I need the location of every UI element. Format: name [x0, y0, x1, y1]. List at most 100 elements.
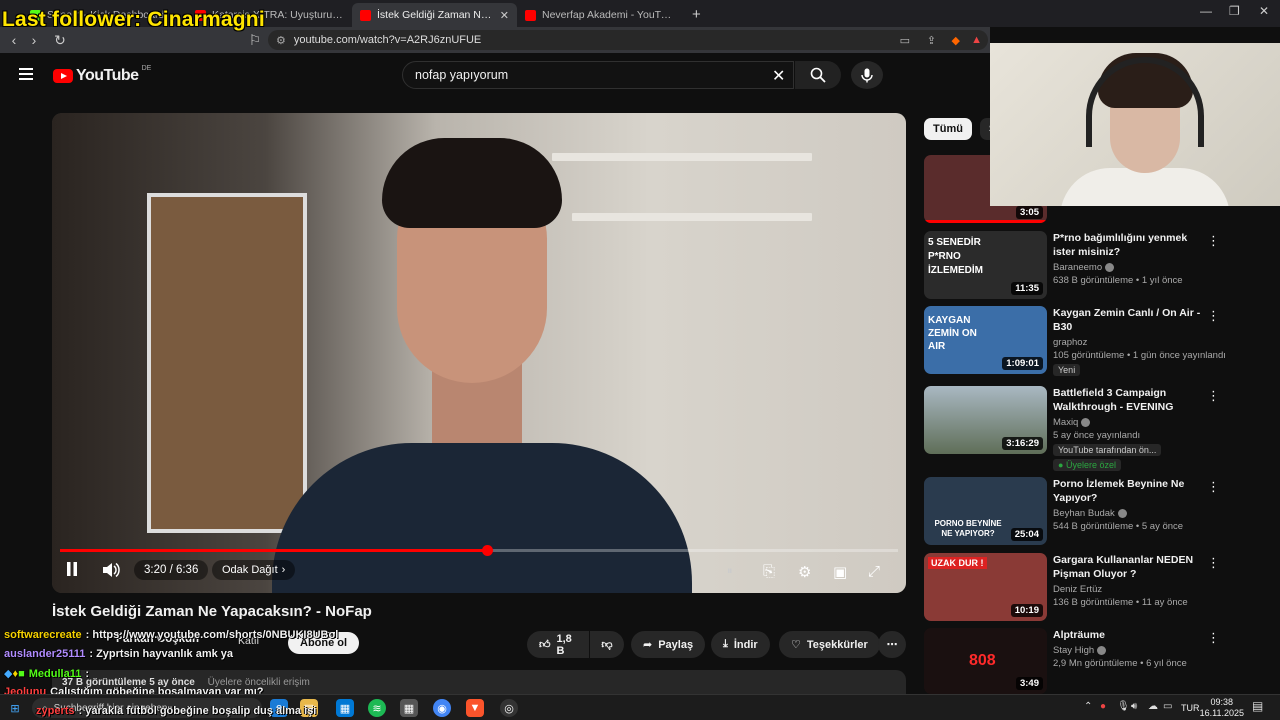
recommendation-title[interactable]: Battlefield 3 Campaign Walkthrough - EVE… — [1053, 386, 1203, 414]
duration-badge: 3:16:29 — [1002, 437, 1043, 450]
fullscreen-icon[interactable]: ⤢ — [868, 563, 880, 580]
store-icon[interactable]: ▦ — [336, 699, 354, 717]
clear-search-icon[interactable]: ✕ — [772, 66, 785, 86]
close-tab-icon[interactable]: ✕ — [500, 9, 509, 22]
subtitles-icon[interactable]: ⎘ — [763, 563, 775, 580]
premiere-badge: YouTube tarafından ön... — [1053, 444, 1162, 456]
new-tab-button[interactable]: + — [682, 3, 711, 27]
video-thumbnail[interactable]: 5 SENEDİR P*RNO İZLEMEDİM 11:35 — [924, 231, 1047, 299]
system-clock[interactable]: 09:38 16.11.2025 — [1200, 697, 1244, 719]
video-thumbnail[interactable]: PORNO BEYNİNE NE YAPIYOR? 25:04 — [924, 477, 1047, 545]
site-info-icon[interactable]: ⚙ — [276, 34, 286, 47]
more-vertical-icon[interactable]: ⋮ — [1207, 630, 1220, 646]
speaker-icon[interactable]: 🔊︎ — [1131, 701, 1137, 712]
microphone-tray-icon[interactable]: 🎙︎ — [1117, 701, 1130, 712]
search-button[interactable] — [795, 61, 841, 89]
volume-button[interactable] — [102, 562, 120, 578]
recommendation-channel[interactable]: Beyhan Budak — [1053, 508, 1115, 519]
more-vertical-icon[interactable]: ⋮ — [1207, 308, 1220, 324]
calculator-icon[interactable]: ▦ — [400, 699, 418, 717]
members-only-badge: ● Üyelere özel — [1053, 459, 1121, 471]
recommendation-stats: 5 ay önce yayınlandı — [1053, 430, 1141, 441]
bookmark-icon[interactable]: ⚐ — [245, 32, 265, 49]
brave-rewards-icon[interactable]: ▲ — [971, 34, 982, 46]
like-button[interactable]: 👍︎ 1,8 B — [527, 631, 589, 658]
tray-app-icon[interactable]: ● — [1100, 701, 1106, 712]
more-vertical-icon[interactable]: ⋮ — [1207, 388, 1220, 404]
youtube-logo[interactable]: YouTube DE — [53, 65, 151, 85]
more-actions-button[interactable]: ⋯ — [878, 631, 906, 658]
chapter-label: Odak Dağıt — [222, 564, 278, 576]
recommendation-channel[interactable]: graphoz — [1053, 337, 1203, 348]
chapter-button[interactable]: Odak Dağıt › — [212, 560, 296, 580]
download-icon: ⤓ — [723, 638, 728, 650]
reload-icon[interactable]: ↻ — [50, 32, 70, 49]
minimize-icon[interactable]: — — [1200, 4, 1212, 18]
forward-icon[interactable]: › — [24, 32, 44, 48]
recommendation-channel[interactable]: Stay High — [1053, 645, 1094, 656]
tab-current-video[interactable]: İstek Geldiği Zaman Ne Yapaca ✕ — [352, 3, 517, 27]
chat-text: : Zyprtsin hayvanlık amk ya — [89, 648, 234, 660]
duration-badge: 25:04 — [1010, 528, 1043, 541]
pause-button[interactable] — [66, 562, 78, 576]
more-vertical-icon[interactable]: ⋮ — [1207, 479, 1220, 495]
recommendation-title[interactable]: Alpträume — [1053, 628, 1203, 642]
video-thumbnail[interactable]: 808 3:49 — [924, 628, 1047, 694]
like-count: 1,8 B — [556, 632, 572, 657]
more-vertical-icon[interactable]: ⋮ — [1207, 233, 1220, 249]
recommendation-channel[interactable]: Maxiq — [1053, 417, 1078, 428]
recommendation-title[interactable]: Kaygan Zemin Canlı / On Air - B30 — [1053, 306, 1203, 334]
cast-icon[interactable]: ▭ — [900, 34, 910, 47]
chat-username: auslander25111 — [4, 648, 86, 660]
video-player[interactable]: 3:20 / 6:36 Odak Dağıt › ⏸ ⎘ ⚙ ▣ ⤢ — [52, 113, 906, 593]
recommendation-title[interactable]: P*rno bağımlılığını yenmek ister misiniz… — [1053, 231, 1203, 259]
voice-search-button[interactable] — [851, 61, 883, 89]
search-query: nofap yapıyorum — [415, 68, 509, 82]
recommendation-title[interactable]: Gargara Kullananlar NEDEN Pişman Oluyor … — [1053, 553, 1203, 581]
chat-username: zyperts — [36, 705, 75, 717]
chat-username: Medulla11 — [28, 668, 82, 680]
download-button[interactable]: ⤓ İndir — [711, 631, 770, 658]
recommendation-channel[interactable]: Deniz Ertüz — [1053, 584, 1203, 595]
tab-neverfap-akademi[interactable]: Neverfap Akademi - YouTube — [517, 3, 682, 27]
autoplay-toggle[interactable]: ⏸ — [727, 565, 733, 578]
recommendation-channel[interactable]: Baraneemo — [1053, 262, 1102, 273]
network-icon[interactable]: ☁ — [1148, 701, 1158, 712]
seek-bar-progress — [60, 549, 488, 552]
spotify-icon[interactable]: ≋ — [368, 699, 386, 717]
share-icon[interactable]: ⇪ — [927, 34, 936, 47]
clock-time: 09:38 — [1210, 697, 1234, 707]
notifications-icon[interactable]: ▤ — [1252, 699, 1263, 713]
tray-chevron-up-icon[interactable]: ⌃ — [1084, 701, 1092, 712]
tab-title: İstek Geldiği Zaman Ne Yapaca — [377, 9, 494, 21]
restore-icon[interactable]: ❐ — [1229, 4, 1240, 18]
verified-icon — [1081, 417, 1091, 427]
dislike-button[interactable]: 👎︎ — [590, 631, 624, 658]
youtube-favicon-icon — [525, 9, 536, 21]
more-vertical-icon[interactable]: ⋮ — [1207, 555, 1220, 571]
time-display: 3:20 / 6:36 — [134, 560, 209, 580]
obs-icon[interactable]: ◎ — [500, 699, 518, 717]
battery-icon[interactable]: ▭ — [1163, 701, 1172, 712]
microphone-icon — [861, 68, 873, 82]
brave-shield-icon[interactable]: ◆ — [952, 34, 960, 47]
brave-icon[interactable]: ▼ — [466, 699, 484, 717]
search-input[interactable]: nofap yapıyorum — [402, 61, 794, 89]
share-button[interactable]: ➦ Paylaş — [631, 631, 706, 658]
windows-start-icon[interactable]: ⊞ — [6, 699, 24, 717]
close-window-icon[interactable]: ✕ — [1259, 4, 1269, 18]
back-icon[interactable]: ‹ — [4, 32, 24, 48]
thanks-button[interactable]: ♡ Teşekkürler — [779, 631, 880, 658]
video-thumbnail[interactable]: 3:16:29 — [924, 386, 1047, 454]
address-bar[interactable]: ⚙ youtube.com/watch?v=A2RJ6znUFUE ▭ ⇪ ◆ … — [268, 30, 988, 50]
video-thumbnail[interactable]: KAYGAN ZEMİN ON AIR 1:09:01 — [924, 306, 1047, 374]
input-language[interactable]: TUR — [1181, 703, 1200, 713]
video-thumbnail[interactable]: UZAK DUR ! 10:19 — [924, 553, 1047, 621]
url-text: youtube.com/watch?v=A2RJ6znUFUE — [293, 34, 482, 46]
miniplayer-icon[interactable]: ▣ — [833, 563, 847, 581]
settings-gear-icon[interactable]: ⚙ — [798, 563, 811, 581]
chip-all[interactable]: Tümü — [924, 118, 972, 140]
chrome-icon[interactable]: ◉ — [433, 699, 451, 717]
recommendation-title[interactable]: Porno İzlemek Beynine Ne Yapıyor? — [1053, 477, 1203, 505]
menu-icon[interactable] — [19, 68, 33, 80]
